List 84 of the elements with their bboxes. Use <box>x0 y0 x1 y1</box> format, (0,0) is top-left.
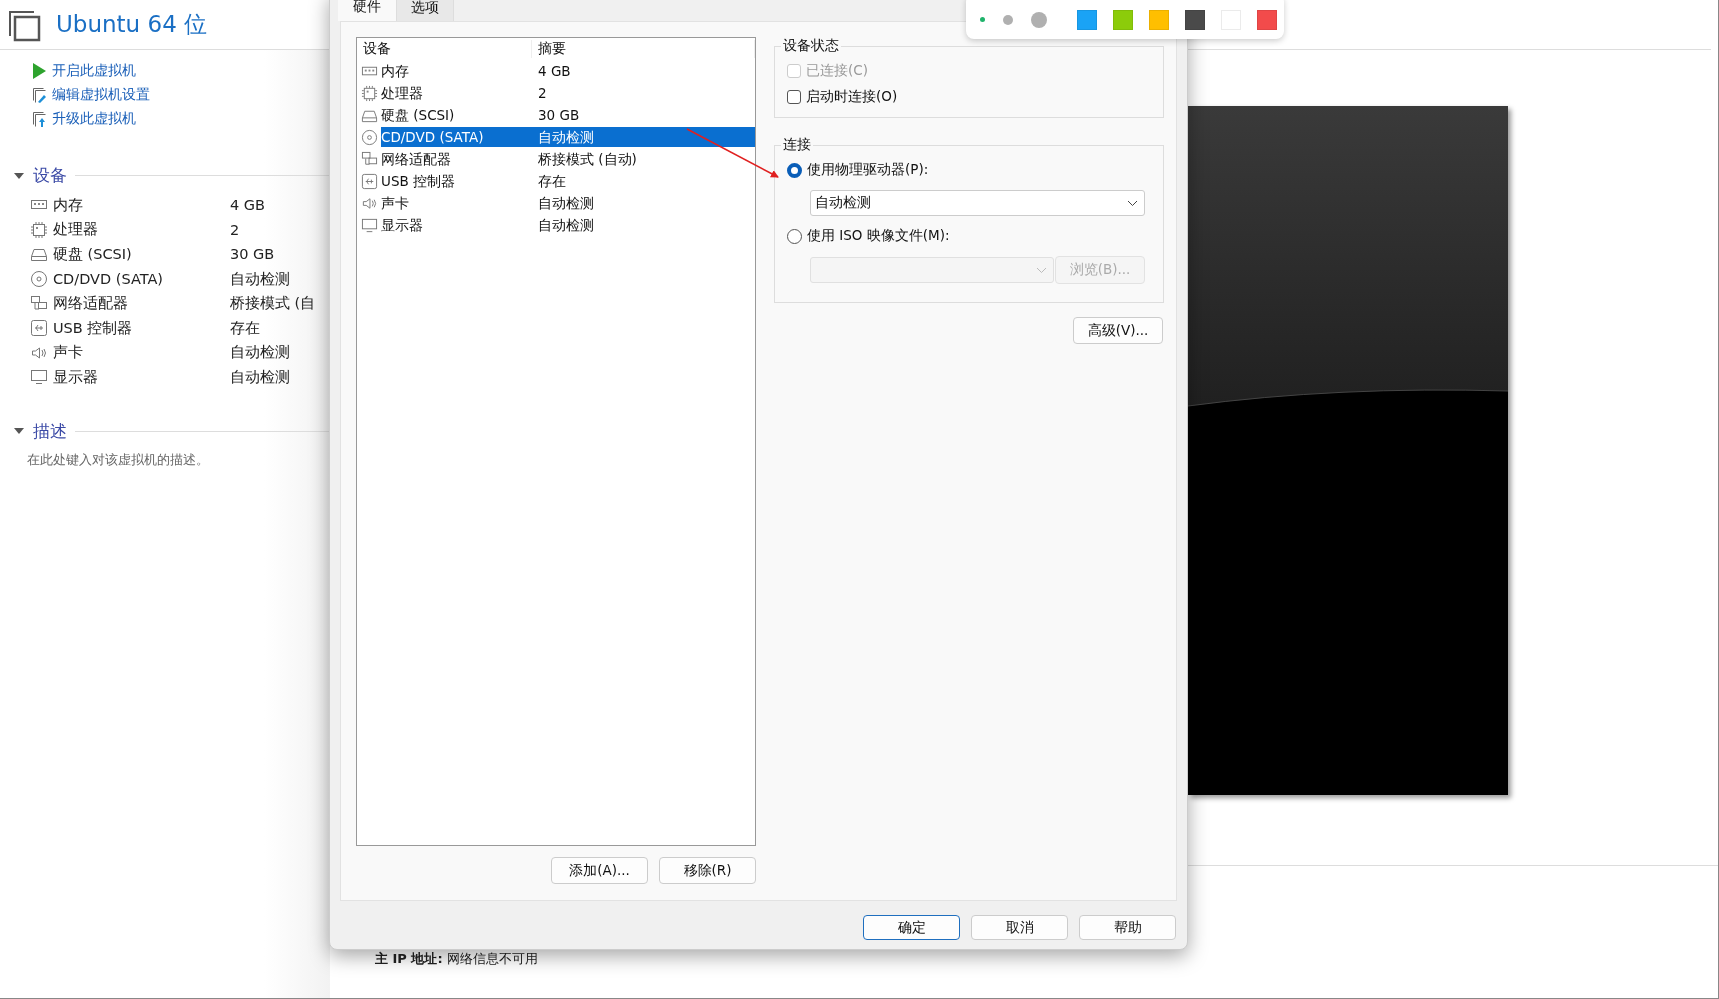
list-button[interactable]: 添加(A)... <box>551 857 648 884</box>
pen-size-dot[interactable] <box>1003 14 1013 25</box>
edit-icon <box>30 86 48 104</box>
device-summary[interactable]: 4 GB <box>532 61 755 81</box>
device-summary: 2 <box>230 221 241 238</box>
dialog-button[interactable]: 帮助 <box>1079 915 1176 940</box>
network-icon <box>361 150 378 168</box>
device-name[interactable]: 声卡 <box>381 193 532 213</box>
checkbox-label[interactable]: 启动时连接(O) <box>806 88 898 106</box>
chip-icon <box>30 220 48 239</box>
device-name: 硬盘 (SCSI) <box>53 245 133 264</box>
pen-size-dot[interactable] <box>1031 11 1047 28</box>
device-name: 处理器 <box>53 220 99 240</box>
radio-button[interactable] <box>787 162 802 178</box>
color-swatch[interactable] <box>1257 9 1277 30</box>
color-swatch[interactable] <box>1149 9 1169 30</box>
device-name[interactable]: 硬盘 (SCSI) <box>381 105 532 125</box>
device-summary: 自动检测 <box>230 269 291 289</box>
disc-icon <box>361 128 378 146</box>
device-name: USB 控制器 <box>53 318 134 338</box>
device-summary[interactable]: 存在 <box>532 171 755 191</box>
play-icon <box>30 62 48 80</box>
device-name[interactable]: 网络适配器 <box>381 149 532 169</box>
list-button[interactable]: 移除(R) <box>659 857 756 884</box>
device-summary[interactable]: 30 GB <box>532 105 755 125</box>
usb-icon <box>361 172 378 190</box>
device-name: 内存 <box>53 195 84 215</box>
device-summary: 30 GB <box>230 246 276 263</box>
group-title: 连接 <box>782 136 812 154</box>
dialog-button[interactable]: 取消 <box>971 915 1068 940</box>
device-name: 声卡 <box>53 343 84 363</box>
device-name[interactable]: 内存 <box>381 61 532 81</box>
group-title: 设备状态 <box>782 37 840 55</box>
device-summary: 自动检测 <box>230 343 291 363</box>
device-summary[interactable]: 桥接模式 (自动) <box>532 149 755 169</box>
radio-label[interactable]: 使用物理驱动器(P): <box>807 161 929 179</box>
action-link[interactable]: 开启此虚拟机 <box>30 62 330 80</box>
pen-size-dot[interactable] <box>980 17 985 22</box>
chevron-icon <box>1127 199 1138 207</box>
checkbox[interactable] <box>787 90 801 104</box>
section-title[interactable]: 设备 <box>33 164 67 187</box>
ip-address-text: 主 IP 地址: 网络信息不可用 <box>375 950 539 968</box>
usb-icon <box>30 319 48 338</box>
device-summary: 存在 <box>230 318 261 338</box>
disc-icon <box>30 270 48 289</box>
tab[interactable]: 选项 <box>396 0 454 21</box>
radio-button[interactable] <box>787 228 802 244</box>
device-name[interactable]: 显示器 <box>381 215 532 235</box>
tab[interactable]: 硬件 <box>338 0 396 21</box>
caret-icon[interactable] <box>13 427 25 436</box>
dialog-button[interactable]: 确定 <box>863 915 960 940</box>
network-icon <box>30 294 48 313</box>
advanced-button[interactable]: 高级(V)... <box>1073 317 1163 344</box>
device-summary: 桥接模式 (自 <box>230 294 317 314</box>
monitor-icon <box>30 368 48 387</box>
radio-label[interactable]: 使用 ISO 映像文件(M): <box>807 227 950 245</box>
device-name[interactable]: 处理器 <box>381 83 532 103</box>
device-summary[interactable]: 自动检测 <box>532 127 755 147</box>
monitor-icon <box>361 216 378 234</box>
device-name[interactable]: CD/DVD (SATA) <box>381 127 532 147</box>
device-name[interactable]: USB 控制器 <box>381 171 532 191</box>
caret-icon[interactable] <box>13 171 25 180</box>
device-summary[interactable]: 2 <box>532 83 755 103</box>
section-title[interactable]: 描述 <box>33 419 67 443</box>
upgrade-icon <box>30 110 48 128</box>
device-summary[interactable]: 自动检测 <box>532 215 755 235</box>
vm-title: Ubuntu 64 位 <box>56 10 208 39</box>
color-swatch[interactable] <box>1185 9 1205 30</box>
dropdown-field[interactable]: 自动检测 <box>810 190 1145 216</box>
chip-icon <box>361 84 378 102</box>
color-swatch[interactable] <box>1113 9 1133 30</box>
color-swatch[interactable] <box>1077 9 1097 30</box>
action-link[interactable]: 编辑虚拟机设置 <box>30 86 330 104</box>
column-header[interactable]: 设备 <box>357 40 532 58</box>
device-summary: 自动检测 <box>230 367 291 387</box>
device-name: 显示器 <box>53 367 99 387</box>
description-text[interactable]: 在此处键入对该虚拟机的描述。 <box>0 442 330 469</box>
device-summary[interactable]: 自动检测 <box>532 193 755 213</box>
chevron-icon <box>1036 266 1047 274</box>
action-link[interactable]: 升级此虚拟机 <box>30 110 330 128</box>
device-name: CD/DVD (SATA) <box>53 271 164 288</box>
column-header[interactable]: 摘要 <box>532 40 755 58</box>
device-summary: 4 GB <box>230 197 267 214</box>
device-name: 网络适配器 <box>53 294 129 314</box>
